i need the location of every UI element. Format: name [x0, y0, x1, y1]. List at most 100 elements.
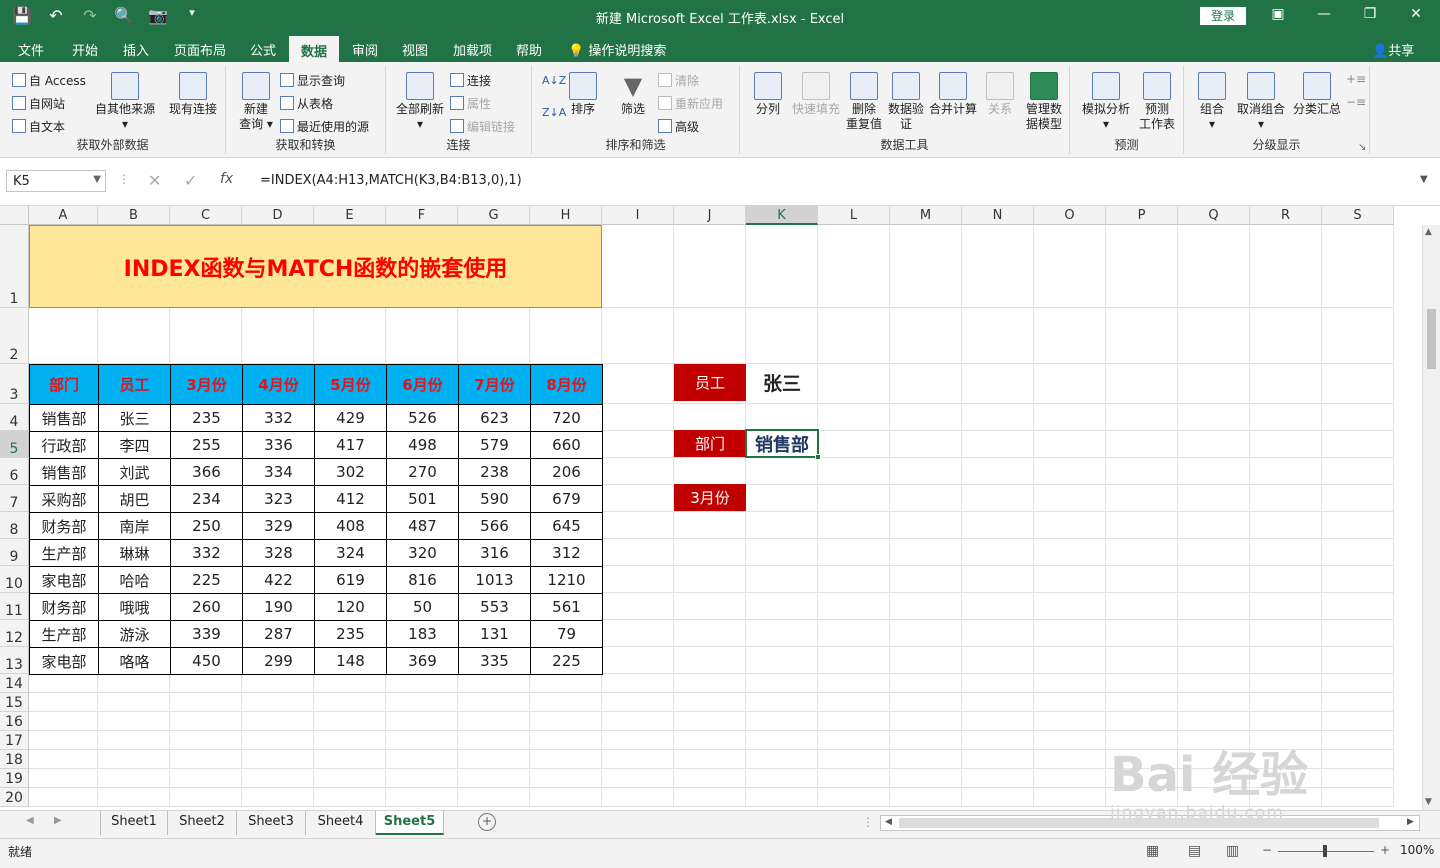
grid-cell[interactable] — [1178, 593, 1250, 620]
column-header-R[interactable]: R — [1250, 206, 1322, 225]
grid-cell[interactable] — [890, 712, 962, 731]
grid-cell[interactable] — [458, 674, 530, 693]
table-cell[interactable]: 422 — [242, 566, 315, 594]
grid-cell[interactable] — [674, 674, 746, 693]
grid-cell[interactable] — [818, 512, 890, 539]
tab-review[interactable]: 审阅 — [352, 40, 378, 59]
table-cell[interactable]: 412 — [314, 485, 387, 513]
flash-fill-button[interactable]: 快速填充 — [790, 72, 842, 117]
grid-cell[interactable] — [386, 731, 458, 750]
grid-cell[interactable] — [1322, 647, 1394, 674]
table-cell[interactable]: 417 — [314, 431, 387, 459]
grid-cell[interactable] — [1178, 458, 1250, 485]
grid-cell[interactable] — [602, 458, 674, 485]
grid-cell[interactable] — [98, 308, 170, 364]
hide-detail-icon[interactable]: −≡ — [1346, 95, 1366, 109]
grid-cell[interactable] — [746, 308, 818, 364]
department-value-cell-selected[interactable]: 销售部 — [745, 429, 819, 458]
prev-sheet-icon[interactable]: ◀ — [26, 815, 34, 826]
table-cell[interactable]: 450 — [170, 647, 243, 675]
show-detail-icon[interactable]: +≡ — [1346, 72, 1366, 86]
table-cell[interactable]: 316 — [458, 539, 531, 567]
grid-cell[interactable] — [890, 593, 962, 620]
dialog-launcher-icon[interactable]: ↘ — [1358, 142, 1366, 153]
grid-cell[interactable] — [1034, 539, 1106, 566]
clear-filter-button[interactable]: 清除 — [658, 72, 699, 89]
column-header-C[interactable]: C — [170, 206, 242, 225]
grid-cell[interactable] — [674, 731, 746, 750]
grid-cell[interactable] — [890, 308, 962, 364]
grid-cell[interactable] — [314, 750, 386, 769]
grid-cell[interactable] — [818, 788, 890, 807]
grid-cell[interactable] — [674, 769, 746, 788]
grid-cell[interactable] — [386, 769, 458, 788]
zoom-level[interactable]: 100% — [1400, 843, 1434, 857]
what-if-analysis-button[interactable]: 模拟分析 ▾ — [1078, 72, 1134, 132]
grid-cell[interactable] — [1322, 308, 1394, 364]
grid-cell[interactable] — [1034, 308, 1106, 364]
tab-home[interactable]: 开始 — [72, 40, 98, 59]
grid-cell[interactable] — [1178, 566, 1250, 593]
grid-cell[interactable] — [1250, 539, 1322, 566]
grid-cell[interactable] — [242, 750, 314, 769]
grid-cell[interactable] — [602, 593, 674, 620]
from-table-button[interactable]: 从表格 — [280, 95, 333, 112]
tab-file[interactable]: 文件 — [18, 40, 44, 59]
grid-cell[interactable] — [386, 788, 458, 807]
grid-cell[interactable] — [890, 674, 962, 693]
table-header-cell[interactable]: 7月份 — [458, 364, 531, 405]
properties-button[interactable]: 属性 — [450, 95, 491, 112]
sort-button[interactable]: 排序 — [566, 72, 600, 117]
grid-cell[interactable] — [1106, 620, 1178, 647]
grid-cell[interactable] — [818, 731, 890, 750]
login-button[interactable]: 登录 — [1200, 7, 1246, 25]
column-header-H[interactable]: H — [530, 206, 602, 225]
row-header-10[interactable]: 10 — [0, 566, 29, 593]
subtotal-button[interactable]: 分类汇总 — [1288, 72, 1346, 117]
grid-cell[interactable] — [1106, 404, 1178, 431]
row-header-16[interactable]: 16 — [0, 712, 29, 731]
sheet-tab-4[interactable]: Sheet4 — [306, 811, 376, 835]
grid-cell[interactable] — [1034, 750, 1106, 769]
grid-cell[interactable] — [674, 539, 746, 566]
scroll-up-icon[interactable]: ▲ — [1425, 227, 1432, 237]
table-header-cell[interactable]: 3月份 — [170, 364, 243, 405]
sort-desc-icon[interactable]: Z↓A — [542, 106, 566, 119]
grid-cell[interactable] — [1178, 485, 1250, 512]
zoom-slider-thumb[interactable] — [1323, 845, 1327, 857]
split-grip-icon[interactable]: ⋮ — [862, 815, 874, 829]
vertical-scroll-thumb[interactable] — [1427, 309, 1436, 369]
table-cell[interactable]: 234 — [170, 485, 243, 513]
grid-cell[interactable] — [962, 225, 1034, 308]
grid-cell[interactable] — [1034, 404, 1106, 431]
grid-cell[interactable] — [1322, 566, 1394, 593]
table-cell[interactable]: 行政部 — [29, 431, 99, 459]
insert-function-icon[interactable]: fx — [220, 171, 233, 187]
name-box[interactable]: K5 ▼ — [6, 170, 106, 192]
grid-cell[interactable] — [530, 750, 602, 769]
table-cell[interactable]: 游泳 — [98, 620, 171, 648]
grid-cell[interactable] — [602, 647, 674, 674]
page-break-view-icon[interactable]: ▥ — [1226, 843, 1239, 859]
grid-cell[interactable] — [602, 485, 674, 512]
table-cell[interactable]: 324 — [314, 539, 387, 567]
consolidate-button[interactable]: 合并计算 — [926, 72, 980, 117]
grid-cell[interactable] — [1106, 566, 1178, 593]
grid-cell[interactable] — [1106, 364, 1178, 404]
grid-cell[interactable] — [962, 693, 1034, 712]
grid-cell[interactable] — [314, 731, 386, 750]
row-header-3[interactable]: 3 — [0, 364, 29, 404]
grid-cell[interactable] — [674, 712, 746, 731]
column-header-E[interactable]: E — [314, 206, 386, 225]
grid-cell[interactable] — [890, 647, 962, 674]
column-header-L[interactable]: L — [818, 206, 890, 225]
row-header-18[interactable]: 18 — [0, 750, 29, 769]
table-cell[interactable]: 南岸 — [98, 512, 171, 540]
grid-cell[interactable] — [1034, 364, 1106, 404]
grid-cell[interactable] — [674, 404, 746, 431]
grid-cell[interactable] — [818, 539, 890, 566]
grid-cell[interactable] — [29, 788, 98, 807]
grid-cell[interactable] — [1106, 647, 1178, 674]
grid-cell[interactable] — [1178, 539, 1250, 566]
grid-cell[interactable] — [29, 712, 98, 731]
